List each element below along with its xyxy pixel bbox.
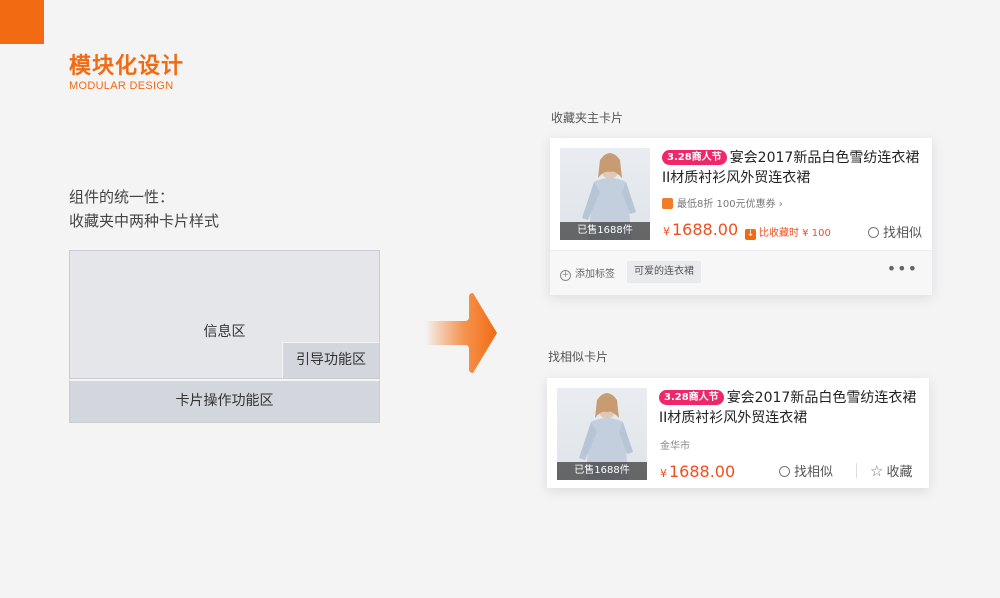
arrow-down-icon: ↓ [745, 229, 756, 240]
discount-icon [662, 198, 673, 209]
product-image[interactable]: 已售1688件 [560, 148, 650, 240]
sold-count: 已售1688件 [557, 462, 647, 480]
more-options-icon[interactable]: ••• [887, 259, 918, 278]
product-image[interactable]: 已售1688件 [557, 388, 647, 480]
price-drop-info: ↓ 比收藏时 ¥ 100 [745, 224, 831, 240]
description-line-1: 组件的统一性： [69, 188, 175, 206]
diagram-guide-area: 引导功能区 [282, 342, 380, 379]
similar-card[interactable]: 已售1688件 3.28商人节 宴会2017新品白色雪纺连衣裙II材质衬衫风外贸连… [547, 378, 929, 488]
price-drop-text: 比收藏时 ¥ 100 [759, 228, 831, 239]
find-similar-label: 找相似 [882, 226, 922, 241]
tag-chip[interactable]: 可爱的连衣裙 [627, 261, 701, 283]
discount-info[interactable]: 最低8折 100元优惠券 › [662, 195, 783, 210]
search-icon [779, 466, 790, 477]
card-structure-diagram: 信息区 引导功能区 卡片操作功能区 [69, 250, 380, 423]
product-title[interactable]: 3.28商人节 宴会2017新品白色雪纺连衣裙II材质衬衫风外贸连衣裙 [662, 148, 924, 188]
find-similar-button[interactable]: 找相似 [867, 222, 922, 241]
diagram-card-ops-label: 卡片操作功能区 [175, 393, 274, 409]
divider [856, 463, 857, 478]
discount-text: 最低8折 100元优惠券 › [677, 199, 783, 210]
price-value: 1688.00 [669, 462, 736, 481]
promo-badge: 3.28商人节 [662, 150, 727, 165]
arrow-right-icon [425, 293, 497, 373]
currency-symbol: ¥ [663, 225, 670, 238]
collect-label: 收藏 [886, 465, 913, 480]
price: ¥1688.00 [663, 220, 738, 239]
diagram-card-ops-area: 卡片操作功能区 [69, 379, 380, 423]
search-icon [867, 227, 879, 238]
find-similar-label: 找相似 [794, 465, 834, 480]
add-tag-button[interactable]: + 添加标签 [560, 265, 615, 281]
market-location: 金华市 [660, 441, 690, 452]
price-value: 1688.00 [672, 220, 739, 239]
favorites-card-label: 收藏夹主卡片 [551, 111, 624, 125]
add-tag-label: 添加标签 [575, 269, 615, 280]
brand-corner-block [0, 0, 44, 44]
promo-badge: 3.28商人节 [659, 390, 724, 405]
card-ops-bar: + 添加标签 可爱的连衣裙 ••• [550, 250, 932, 295]
page-title: 模块化设计 [69, 54, 185, 79]
plus-icon: + [560, 270, 571, 281]
star-icon: ☆ [870, 462, 884, 480]
similar-card-label: 找相似卡片 [548, 350, 609, 364]
diagram-guide-label: 引导功能区 [296, 352, 366, 368]
currency-symbol: ¥ [660, 467, 667, 480]
diagram-info-label: 信息区 [203, 324, 246, 340]
favorites-card[interactable]: 已售1688件 3.28商人节 宴会2017新品白色雪纺连衣裙II材质衬衫风外贸连… [550, 138, 932, 295]
sold-count: 已售1688件 [560, 222, 650, 240]
description-line-2: 收藏夹中两种卡片样式 [69, 212, 220, 230]
collect-button[interactable]: ☆ 收藏 [870, 461, 912, 480]
price: ¥1688.00 [660, 462, 735, 481]
find-similar-button[interactable]: 找相似 [779, 461, 833, 480]
page-subtitle: MODULAR DESIGN [69, 80, 174, 92]
product-title[interactable]: 3.28商人节 宴会2017新品白色雪纺连衣裙II材质衬衫风外贸连衣裙 [659, 388, 921, 428]
